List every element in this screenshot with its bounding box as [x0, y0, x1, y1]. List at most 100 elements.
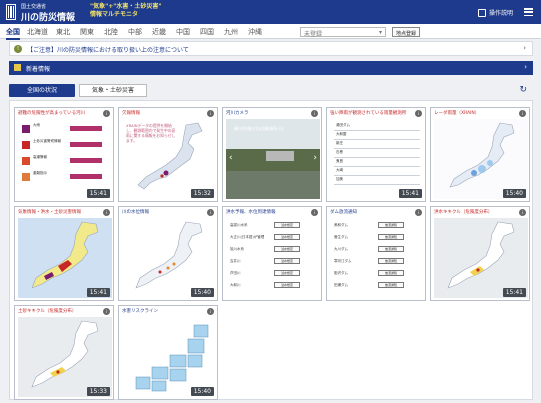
tab-weather-sediment[interactable]: 気象・土砂災害 — [79, 84, 147, 97]
help-button[interactable]: 操作説明 — [477, 8, 513, 17]
card-weather-flood-sediment[interactable]: 気象情報・洪水・土砂災害情報 i 15:41 — [14, 206, 114, 301]
tab-national-status[interactable]: 全国の状況 — [9, 84, 75, 97]
release-notice-button[interactable]: 放流通知 — [378, 258, 404, 264]
flood-map-button[interactable]: 浸水想定 — [274, 246, 300, 252]
card-radar-rainfall[interactable]: レーダ雨量（XRAIN） i 15:40 — [430, 107, 530, 202]
station-item[interactable]: 石巻 — [336, 150, 343, 155]
region-tab-shikoku[interactable]: 四国 — [200, 27, 214, 37]
card-title: 水害リスクライン — [122, 309, 158, 314]
prev-arrow-icon[interactable]: ‹ — [229, 153, 233, 163]
level-bar — [70, 158, 102, 163]
region-tab-kinki[interactable]: 近畿 — [152, 27, 166, 37]
camera-view[interactable]: 横川(利根川)水位観測所 (1) ‹ › — [226, 119, 320, 199]
card-flood-riskline[interactable]: 水害リスクライン i 15:40 — [118, 305, 218, 400]
sky — [226, 119, 320, 149]
region-tile[interactable] — [187, 354, 203, 368]
info-icon[interactable]: i — [207, 209, 214, 216]
row-label: 吉井川 — [230, 259, 241, 263]
news-bar[interactable]: 新着情報 › — [9, 61, 533, 75]
level-row: 高潮警報 — [22, 155, 108, 168]
release-notice-button[interactable]: 放流通知 — [378, 222, 404, 228]
table-row: 大川ダム 放流通知 — [334, 246, 420, 255]
region-tile[interactable] — [187, 338, 205, 354]
info-icon[interactable]: i — [519, 110, 526, 117]
region-tab-chubu[interactable]: 中部 — [128, 27, 142, 37]
next-arrow-icon[interactable]: › — [313, 153, 317, 163]
station-item[interactable]: 新庄 — [336, 141, 343, 146]
station-item[interactable]: 大崎 — [336, 168, 343, 173]
flood-map-button[interactable]: 浸水想定 — [274, 282, 300, 288]
region-tab-hokkaido[interactable]: 北海道 — [27, 27, 48, 37]
info-icon[interactable]: i — [415, 110, 422, 117]
card-rain-stations[interactable]: 強い降雨が観測されている雨量観測所 i 湯田ダム 大和屋 新庄 石巻 鬼首 大崎… — [326, 107, 426, 202]
card-body — [18, 317, 112, 397]
register-point-button[interactable]: 地点登録 — [392, 27, 421, 37]
region-tab-kanto[interactable]: 関東 — [80, 27, 94, 37]
gauge-point — [166, 266, 170, 270]
region-tile[interactable] — [169, 354, 187, 368]
card-title: 河川カメラ — [226, 111, 249, 116]
region-tile[interactable] — [151, 380, 167, 392]
flood-map-button[interactable]: 浸水想定 — [274, 270, 300, 276]
card-dangerous-rivers[interactable]: 避難の危険性が高まっている河川 i 大雨 土砂災害警戒情報 高潮警報 避難指示 — [14, 107, 114, 202]
region-tile[interactable] — [135, 376, 151, 390]
card-title: 欠報情報 — [122, 111, 140, 116]
region-tab-zenkoku[interactable]: 全国 — [6, 27, 20, 40]
card-flood-kikikuru[interactable]: 洪水キキクル（危険度分布） i 15:41 — [430, 206, 530, 301]
card-dam-release[interactable]: ダム放流通知 i 美和ダム 放流通知 菅生ダム 放流通知 大川ダム 放流通知 寒河江ダ… — [326, 206, 426, 301]
notice-text[interactable]: 【ご注意】川の防災情報における取り扱い上の注意について — [27, 45, 189, 54]
app-header: 国土交通省 川の防災情報 "気象"+"水害・土砂災害" 情報マルチモニタ 操作説… — [0, 0, 541, 24]
region-select[interactable]: 未登録 ▾ — [300, 27, 386, 38]
region-tab-hokuriku[interactable]: 北陸 — [104, 27, 118, 37]
card-river-camera[interactable]: 河川カメラ i 横川(利根川)水位観測所 (1) ‹ › — [222, 107, 322, 202]
region-tab-chugoku[interactable]: 中国 — [176, 27, 190, 37]
info-icon[interactable]: i — [103, 308, 110, 315]
card-missing-info[interactable]: 欠報情報 i XRAINデータの提供を開始し、観測範囲内で発生中の豪雨に関する情… — [118, 107, 218, 202]
alert-spot — [163, 170, 169, 176]
info-icon[interactable]: i — [103, 209, 110, 216]
info-icon[interactable]: i — [207, 308, 214, 315]
card-river-level[interactable]: 川の水位情報 i 15:40 — [118, 206, 218, 301]
table-row: 大正川(日本語)が管理 浸水想定 — [230, 234, 316, 243]
station-item[interactable]: 加美 — [336, 177, 343, 182]
station-item[interactable]: 鬼首 — [336, 159, 343, 164]
card-body: XRAINデータの提供を開始し、観測範囲内で発生中の豪雨に関する情報をお知らせし… — [122, 119, 216, 199]
release-notice-button[interactable]: 放流通知 — [378, 234, 404, 240]
notice-bar[interactable]: ! 【ご注意】川の防災情報における取り扱い上の注意について › — [9, 41, 533, 56]
region-tile[interactable] — [151, 366, 169, 380]
region-tab-kyushu[interactable]: 九州 — [224, 27, 238, 37]
rain-cell — [471, 170, 477, 176]
flood-map-button[interactable]: 浸水想定 — [274, 222, 300, 228]
release-notice-button[interactable]: 放流通知 — [378, 270, 404, 276]
table-row: 田瀬ダム 放流通知 — [334, 282, 420, 291]
info-icon[interactable]: i — [103, 110, 110, 117]
flood-map-button[interactable]: 浸水想定 — [274, 234, 300, 240]
table-row: 吉井川 浸水想定 — [230, 258, 316, 267]
card-body: 湯田ダム 大和屋 新庄 石巻 鬼首 大崎 加美 — [330, 119, 424, 199]
release-notice-button[interactable]: 放流通知 — [378, 282, 404, 288]
station-item[interactable]: 大和屋 — [336, 132, 347, 137]
row-label: 菅生ダム — [334, 235, 348, 239]
info-icon[interactable]: i — [207, 110, 214, 117]
app-name[interactable]: 川の防災情報 — [21, 10, 75, 23]
station-item[interactable]: 湯田ダム — [336, 123, 350, 128]
card-title: 土砂キキクル（危険度分布） — [18, 309, 77, 314]
region-tile[interactable] — [169, 368, 187, 382]
org-name: 国土交通省 — [21, 4, 47, 10]
info-icon[interactable]: i — [311, 110, 318, 117]
japan-land — [31, 320, 99, 388]
flood-map-button[interactable]: 浸水想定 — [274, 258, 300, 264]
info-icon[interactable]: i — [311, 209, 318, 216]
region-tile[interactable] — [193, 324, 209, 338]
region-tab-tohoku[interactable]: 東北 — [56, 27, 70, 37]
refresh-icon[interactable]: ↻ — [519, 85, 527, 95]
card-sediment-kikikuru[interactable]: 土砂キキクル（危険度分布） i 15:33 — [14, 305, 114, 400]
region-tab-okinawa[interactable]: 沖縄 — [248, 27, 262, 37]
info-icon[interactable]: i — [415, 209, 422, 216]
release-notice-button[interactable]: 放流通知 — [378, 246, 404, 252]
info-icon[interactable]: i — [519, 209, 526, 216]
card-flood-forecast[interactable]: 洪水予報、水位到達情報 i 高梁川水系 浸水想定 大正川(日本語)が管理 浸水想定 … — [222, 206, 322, 301]
tagline: "気象"+"水害・土砂災害" 情報マルチモニタ — [90, 3, 162, 19]
hamburger-icon[interactable] — [524, 8, 533, 16]
card-body — [434, 119, 528, 199]
